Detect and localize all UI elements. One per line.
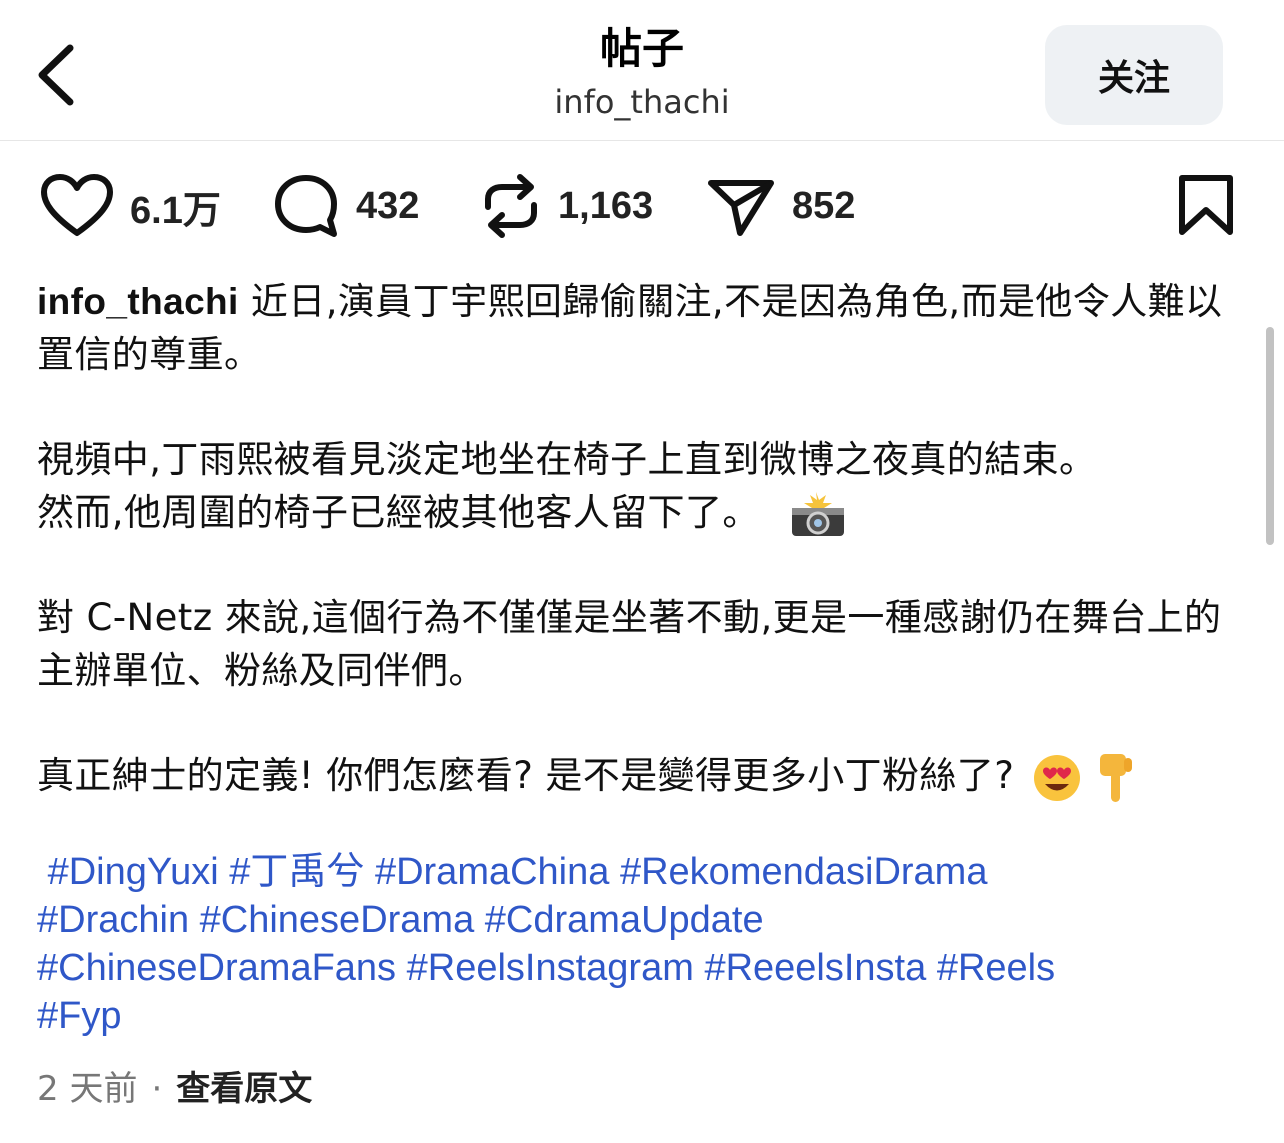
camera-flash-emoji [791,491,844,536]
post-timestamp: 2 天前 [37,1069,138,1109]
caption-text-4: 真正紳士的定義! 你們怎麼看? 是不是變得更多小丁粉絲了? [37,754,1015,797]
comment-button[interactable]: 432 [272,166,419,246]
hashtag-line-1: #DingYuxi #丁禹兮 #DramaChina #RekomendasiD… [37,848,1247,896]
repost-button[interactable]: 1,163 [480,166,653,246]
hashtag-link[interactable]: #Fyp [37,995,121,1037]
hashtag-line-3: #ChineseDramaFans #ReelsInstagram #Reeel… [37,944,1247,992]
hashtag-link[interactable]: #RekomendasiDrama [620,851,988,893]
action-bar: 6.1万 432 1,163 852 [0,166,1284,246]
hashtag-link[interactable]: #ChineseDrama [200,899,475,941]
hashtag-line-4: #Fyp [37,992,1247,1040]
follow-button[interactable]: 关注 [1045,25,1223,125]
bookmark-button[interactable] [1176,172,1236,242]
post-body: info_thachi 近日,演員丁宇熙回歸偷關注,不是因為角色,而是他令人難以… [37,275,1247,1040]
heart-eyes-emoji [1034,754,1081,801]
caption-text-2a: 視頻中,丁雨熙被看見淡定地坐在椅子上直到微博之夜真的結束。 [37,438,1097,481]
caption-username[interactable]: info_thachi [37,281,239,322]
share-icon [708,180,774,236]
heart-icon [41,174,113,236]
repost-count: 1,163 [558,184,654,227]
like-count: 6.1万 [130,189,221,232]
page-title: 帖子 [599,24,684,73]
page-subtitle-username: info_thachi [554,83,730,121]
caption-text-2b: 然而,他周圍的椅子已經被其他客人留下了。 [37,491,760,534]
hashtag-line-2: #Drachin #ChineseDrama #CdramaUpdate [37,896,1247,944]
share-button[interactable]: 852 [706,166,855,246]
repost-icon [485,174,537,238]
meta-separator: · [151,1069,163,1109]
hashtag-link[interactable]: #ChineseDramaFans [37,947,396,989]
hashtag-link[interactable]: #丁禹兮 [229,851,364,893]
hashtag-link[interactable]: #Drachin [37,899,189,941]
title-block: 帖子 info_thachi [442,20,842,124]
comment-count: 432 [356,184,420,227]
caption-paragraph-1: info_thachi 近日,演員丁宇熙回歸偷關注,不是因為角色,而是他令人難以… [37,275,1247,381]
bookmark-icon [1179,175,1233,235]
hashtag-link[interactable]: #ReelsInstagram [407,947,694,989]
caption-paragraph-2: 視頻中,丁雨熙被看見淡定地坐在椅子上直到微博之夜真的結束。 然而,他周圍的椅子已經… [37,433,1247,539]
back-button[interactable] [32,40,82,110]
scrollbar[interactable] [1266,327,1274,545]
hashtag-list: #DingYuxi #丁禹兮 #DramaChina #RekomendasiD… [37,848,1247,1040]
caption-paragraph-3: 對 C-Netz 來說,這個行為不僅僅是坐著不動,更是一種感謝仍在舞台上的主辦單… [37,596,1222,692]
share-count: 852 [792,184,856,227]
pointing-down-emoji [1100,753,1133,802]
hashtag-link[interactable]: #ReeelsInsta [704,947,926,989]
like-button[interactable]: 6.1万 [40,166,221,246]
hashtag-link[interactable]: #CdramaUpdate [485,899,764,941]
comment-icon [275,175,337,237]
caption-paragraph-4: 真正紳士的定義! 你們怎麼看? 是不是變得更多小丁粉絲了? [37,749,1247,804]
hashtag-link[interactable]: #DramaChina [375,851,609,893]
top-bar: 帖子 info_thachi 关注 [0,0,1284,141]
hashtag-link[interactable]: #DingYuxi [48,851,219,893]
hashtag-link[interactable]: #Reels [937,947,1055,989]
post-meta: 2 天前 · 查看原文 [37,1065,312,1113]
see-original-link[interactable]: 查看原文 [176,1069,312,1109]
back-arrow-icon [38,44,74,106]
